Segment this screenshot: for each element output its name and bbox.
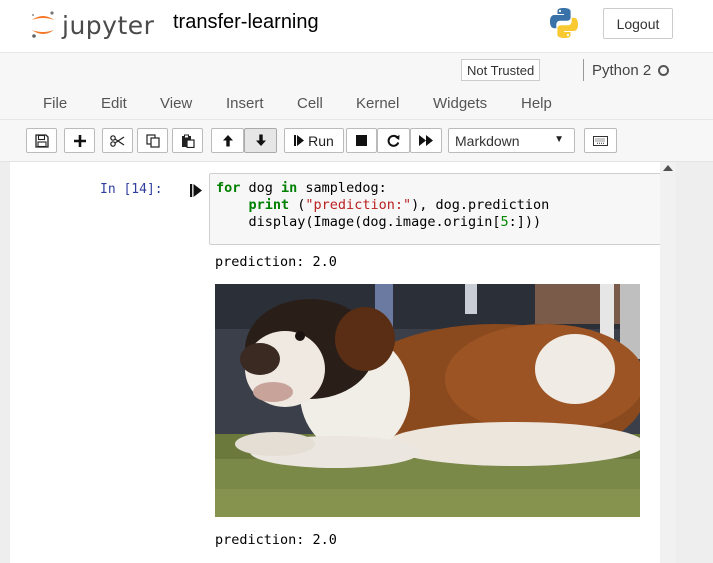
cut-cell-button[interactable] bbox=[102, 128, 133, 153]
run-cell-icon[interactable] bbox=[190, 184, 204, 197]
command-palette-button[interactable] bbox=[584, 128, 617, 153]
trust-indicator-button[interactable]: Not Trusted bbox=[461, 59, 541, 81]
restart-kernel-button[interactable] bbox=[377, 128, 410, 153]
interrupt-kernel-button[interactable] bbox=[346, 128, 377, 153]
paste-cell-button[interactable] bbox=[172, 128, 203, 153]
python-logo-icon bbox=[550, 8, 578, 38]
copy-cell-button[interactable] bbox=[137, 128, 168, 153]
jupyter-logo-icon bbox=[31, 11, 54, 38]
dog-photo-icon bbox=[215, 284, 640, 517]
cut-icon bbox=[110, 134, 125, 147]
caret-down-icon: ▼ bbox=[554, 134, 564, 145]
scroll-up-icon[interactable] bbox=[663, 165, 673, 171]
code-text: :])) bbox=[508, 214, 542, 230]
move-up-button[interactable] bbox=[211, 128, 244, 153]
toolbar: Run Markdown ▼ bbox=[0, 120, 713, 162]
code-string: "prediction:" bbox=[305, 197, 412, 213]
menu-help[interactable]: Help bbox=[521, 95, 552, 112]
notebook-area: In [14]: for dog in sampledog: print ("p… bbox=[0, 162, 713, 563]
arrow-up-icon bbox=[222, 135, 233, 147]
move-down-button[interactable] bbox=[244, 128, 277, 153]
save-button[interactable] bbox=[26, 128, 57, 153]
menu-file[interactable]: File bbox=[43, 95, 67, 112]
code-keyword: for bbox=[216, 180, 241, 196]
code-text: sampledog: bbox=[297, 180, 387, 196]
menubar: Not Trusted Python 2 File Edit View Inse… bbox=[0, 52, 713, 120]
cell-type-value: Markdown bbox=[455, 132, 520, 149]
stop-icon bbox=[356, 135, 367, 146]
restart-icon bbox=[387, 134, 400, 147]
menu-kernel[interactable]: Kernel bbox=[356, 95, 399, 112]
notebook-name[interactable]: transfer-learning bbox=[173, 11, 319, 34]
code-text: display(Image(dog.image.origin[ bbox=[216, 214, 501, 230]
code-keyword: in bbox=[281, 180, 298, 196]
plus-icon bbox=[73, 134, 86, 147]
restart-run-all-button[interactable] bbox=[410, 128, 442, 153]
jupyter-logo-text: jupyter bbox=[62, 10, 155, 40]
menu-widgets[interactable]: Widgets bbox=[433, 95, 487, 112]
save-icon bbox=[34, 133, 49, 148]
copy-icon bbox=[145, 133, 160, 148]
arrow-down-icon bbox=[255, 134, 266, 146]
logout-button[interactable]: Logout bbox=[603, 8, 673, 39]
run-label: Run bbox=[308, 132, 334, 149]
menu-cell[interactable]: Cell bbox=[297, 95, 323, 112]
kernel-name: Python 2 bbox=[592, 61, 652, 79]
menu-view[interactable]: View bbox=[160, 95, 192, 112]
jupyter-logo[interactable]: jupyter bbox=[30, 8, 154, 42]
code-input[interactable]: for dog in sampledog: print ("prediction… bbox=[209, 173, 674, 245]
insert-cell-button[interactable] bbox=[64, 128, 95, 153]
notebook-scrollbar[interactable] bbox=[660, 162, 676, 563]
cell-type-select[interactable]: Markdown ▼ bbox=[448, 128, 575, 153]
menu-items: File Edit View Insert Cell Kernel Widget… bbox=[0, 95, 713, 117]
step-forward-icon bbox=[294, 135, 305, 146]
code-text: dog bbox=[240, 180, 282, 196]
output-text-1: prediction: 2.0 bbox=[215, 254, 337, 270]
code-number: 5 bbox=[500, 214, 509, 230]
code-text: ( bbox=[289, 197, 306, 213]
menu-insert[interactable]: Insert bbox=[226, 95, 264, 112]
input-prompt: In [14]: bbox=[100, 182, 163, 197]
menu-edit[interactable]: Edit bbox=[101, 95, 127, 112]
header: jupyter transfer-learning Logout bbox=[0, 0, 713, 52]
code-keyword: print bbox=[248, 197, 290, 213]
paste-icon bbox=[181, 134, 195, 148]
keyboard-icon bbox=[593, 135, 608, 146]
kernel-indicator[interactable]: Python 2 bbox=[583, 59, 670, 81]
run-button[interactable]: Run bbox=[284, 128, 344, 153]
output-text-2: prediction: 2.0 bbox=[215, 532, 337, 548]
fast-forward-icon bbox=[419, 135, 433, 146]
notebook-page: In [14]: for dog in sampledog: print ("p… bbox=[10, 162, 674, 563]
kernel-idle-icon bbox=[658, 64, 670, 76]
code-text: ), dog.prediction bbox=[411, 197, 550, 213]
